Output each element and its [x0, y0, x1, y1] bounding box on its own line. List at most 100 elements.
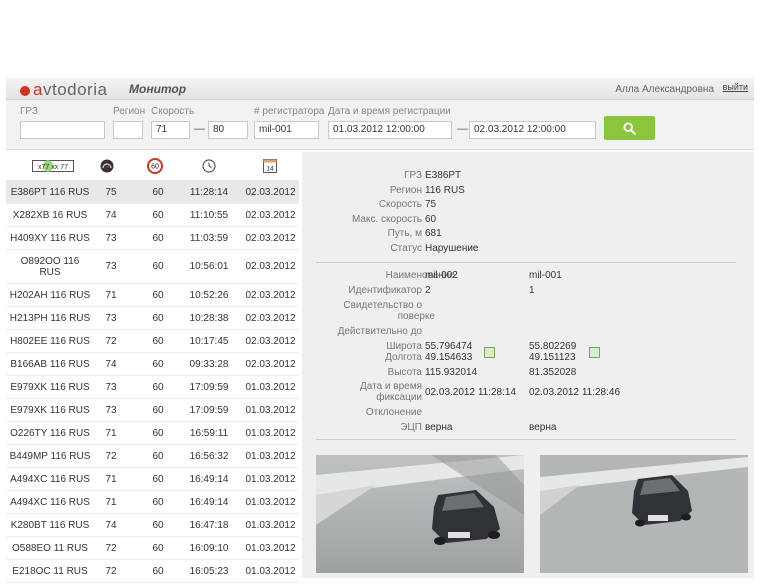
map-pin-icon[interactable]: [484, 347, 495, 358]
limit-cell: 60: [152, 312, 164, 324]
list-item[interactable]: O226TY 116 RUS 71 60 16:59:11 01.03.2012: [6, 422, 299, 445]
list-item[interactable]: O892OO 116 RUS 73 60 10:56:01 02.03.2012: [6, 250, 299, 284]
datetime-to-input[interactable]: 02.03.2012 12:00:00: [469, 121, 596, 139]
registrator-input[interactable]: mil-001: [254, 121, 319, 139]
date-cell: 02.03.2012: [245, 232, 296, 244]
summary-value: E386PT: [425, 170, 462, 181]
list-item[interactable]: A494XC 116 RUS 71 60 16:49:14 01.03.2012: [6, 468, 299, 491]
speed-to-input[interactable]: 80: [208, 121, 248, 139]
search-button[interactable]: [604, 116, 655, 140]
logo-prefix: a: [33, 80, 43, 99]
list-rows: E386PT 116 RUS 75 60 11:28:14 02.03.2012 X282…: [6, 181, 299, 583]
limit-cell: 60: [152, 335, 164, 347]
license-plate-icon[interactable]: x77 xx 77: [32, 160, 74, 172]
list-item[interactable]: E979XK 116 RUS 73 60 17:09:59 01.03.2012: [6, 399, 299, 422]
date-cell: 02.03.2012: [245, 335, 296, 347]
plate-cell: O892OO 116 RUS: [20, 255, 80, 278]
region-input[interactable]: [113, 121, 143, 139]
limit-cell: 60: [152, 542, 164, 554]
speed-from-input[interactable]: 71: [151, 121, 190, 139]
limit-cell: 60: [152, 450, 164, 462]
time-cell: 16:59:11: [189, 427, 229, 439]
limit-cell: 60: [152, 496, 164, 508]
deviation-label: Отклонение: [365, 407, 422, 418]
list-item[interactable]: A494XC 116 RUS 71 60 16:49:14 01.03.2012: [6, 491, 299, 514]
plate-cell: B166AB 116 RUS: [10, 358, 90, 370]
list-item[interactable]: H202AH 116 RUS 71 60 10:52:26 02.03.2012: [6, 284, 299, 307]
summary-key: Путь, м: [387, 228, 422, 239]
plate-cell: A494XC 116 RUS: [10, 496, 90, 508]
list-item[interactable]: H802EE 116 RUS 72 60 10:17:45 02.03.2012: [6, 330, 299, 353]
date-cell: 01.03.2012: [245, 427, 296, 439]
map-pin-icon[interactable]: [589, 347, 600, 358]
time-cell: 17:09:59: [189, 404, 229, 416]
app-window: avtodoria Монитор Алла Александровна вый…: [6, 78, 754, 583]
list-item[interactable]: X282XB 16 RUS 74 60 11:10:55 02.03.2012: [6, 204, 299, 227]
list-item[interactable]: B166AB 116 RUS 74 60 09:33:28 02.03.2012: [6, 353, 299, 376]
list-item[interactable]: E386PT 116 RUS 75 60 11:28:14 02.03.2012: [6, 181, 299, 204]
certificate-label: Свидетельство о: [343, 300, 422, 311]
speed-cell: 72: [105, 335, 117, 347]
datetime-from-input[interactable]: 01.03.2012 12:00:00: [328, 121, 452, 139]
limit-cell: 60: [152, 565, 164, 577]
limit-cell: 60: [152, 473, 164, 485]
list-item[interactable]: E979XK 116 RUS 73 60 17:09:59 01.03.2012: [6, 376, 299, 399]
speed-cell: 72: [105, 542, 117, 554]
list-header: x77 xx 77 60 14: [6, 152, 299, 181]
top-bar: avtodoria Монитор Алла Александровна вый…: [6, 78, 754, 100]
plate-cell: B449MP 116 RUS: [9, 450, 91, 462]
summary-key: Статус: [390, 242, 422, 254]
limit-cell: 60: [152, 427, 164, 439]
speed-cell: 72: [105, 565, 117, 577]
clock-icon[interactable]: [202, 159, 216, 173]
calendar-icon[interactable]: 14: [263, 158, 277, 173]
signature-value-2: верна: [529, 422, 557, 433]
limit-cell: 60: [152, 186, 164, 198]
list-item[interactable]: E218OC 11 RUS 72 60 16:05:23 01.03.2012: [6, 560, 299, 583]
filter-bar: ГРЗ Регион Скорость 71 — 80 # регистрато…: [6, 100, 754, 150]
fixation-value-1: 02.03.2012 11:28:14: [425, 387, 517, 398]
svg-text:14: 14: [266, 166, 274, 173]
violation-photo-2[interactable]: [540, 455, 748, 573]
longitude-value-1: 49.154633: [425, 352, 473, 363]
identifier-value-2: 1: [529, 285, 535, 296]
list-item[interactable]: H213PH 116 RUS 73 60 10:28:38 02.03.2012: [6, 307, 299, 330]
logo-text: vtodoria: [42, 80, 108, 99]
plate-cell: H802EE 116 RUS: [10, 335, 90, 347]
plate-cell: E386PT 116 RUS: [10, 186, 90, 198]
longitude-label: Долгота: [385, 352, 422, 363]
summary-value: Нарушение: [425, 242, 479, 254]
violation-photo-1[interactable]: [316, 455, 524, 573]
limit-cell: 60: [152, 381, 164, 393]
plate-input[interactable]: [20, 121, 105, 139]
logout-link[interactable]: выйти: [723, 82, 748, 92]
date-cell: 02.03.2012: [245, 358, 296, 370]
limit-cell: 60: [152, 289, 164, 301]
list-item[interactable]: K280BT 116 RUS 74 60 16:47:18 01.03.2012: [6, 514, 299, 537]
time-cell: 10:28:38: [189, 312, 229, 324]
date-cell: 01.03.2012: [245, 404, 296, 416]
plate-cell: K280BT 116 RUS: [10, 519, 90, 531]
limit-cell: 60: [152, 209, 164, 221]
identifier-value-1: 2: [425, 285, 431, 296]
time-cell: 16:05:23: [189, 565, 229, 577]
limit-cell: 60: [152, 519, 164, 531]
plate-cell: X282XB 16 RUS: [12, 209, 88, 221]
speed-cell: 73: [105, 261, 117, 272]
time-cell: 10:52:26: [189, 289, 229, 301]
list-item[interactable]: B449MP 116 RUS 72 60 16:56:32 01.03.2012: [6, 445, 299, 468]
summary-key: ГРЗ: [404, 170, 422, 181]
limit-cell: 60: [152, 261, 164, 272]
plate-cell: E218OC 11 RUS: [12, 565, 88, 577]
speed-limit-sign-icon[interactable]: 60: [147, 158, 163, 174]
latitude-value-2: 55.802269: [529, 341, 577, 352]
time-cell: 16:47:18: [189, 519, 229, 531]
speed-cell: 71: [105, 496, 117, 508]
user-name: Алла Александровна: [615, 84, 714, 95]
limit-cell: 60: [152, 404, 164, 416]
list-item[interactable]: O588EO 11 RUS 72 60 16:09:10 01.03.2012: [6, 537, 299, 560]
list-item[interactable]: H409XY 116 RUS 73 60 11:03:59 02.03.2012: [6, 227, 299, 250]
speed-cell: 71: [105, 289, 117, 301]
speedometer-icon[interactable]: [100, 159, 114, 173]
time-cell: 10:17:45: [189, 335, 229, 347]
